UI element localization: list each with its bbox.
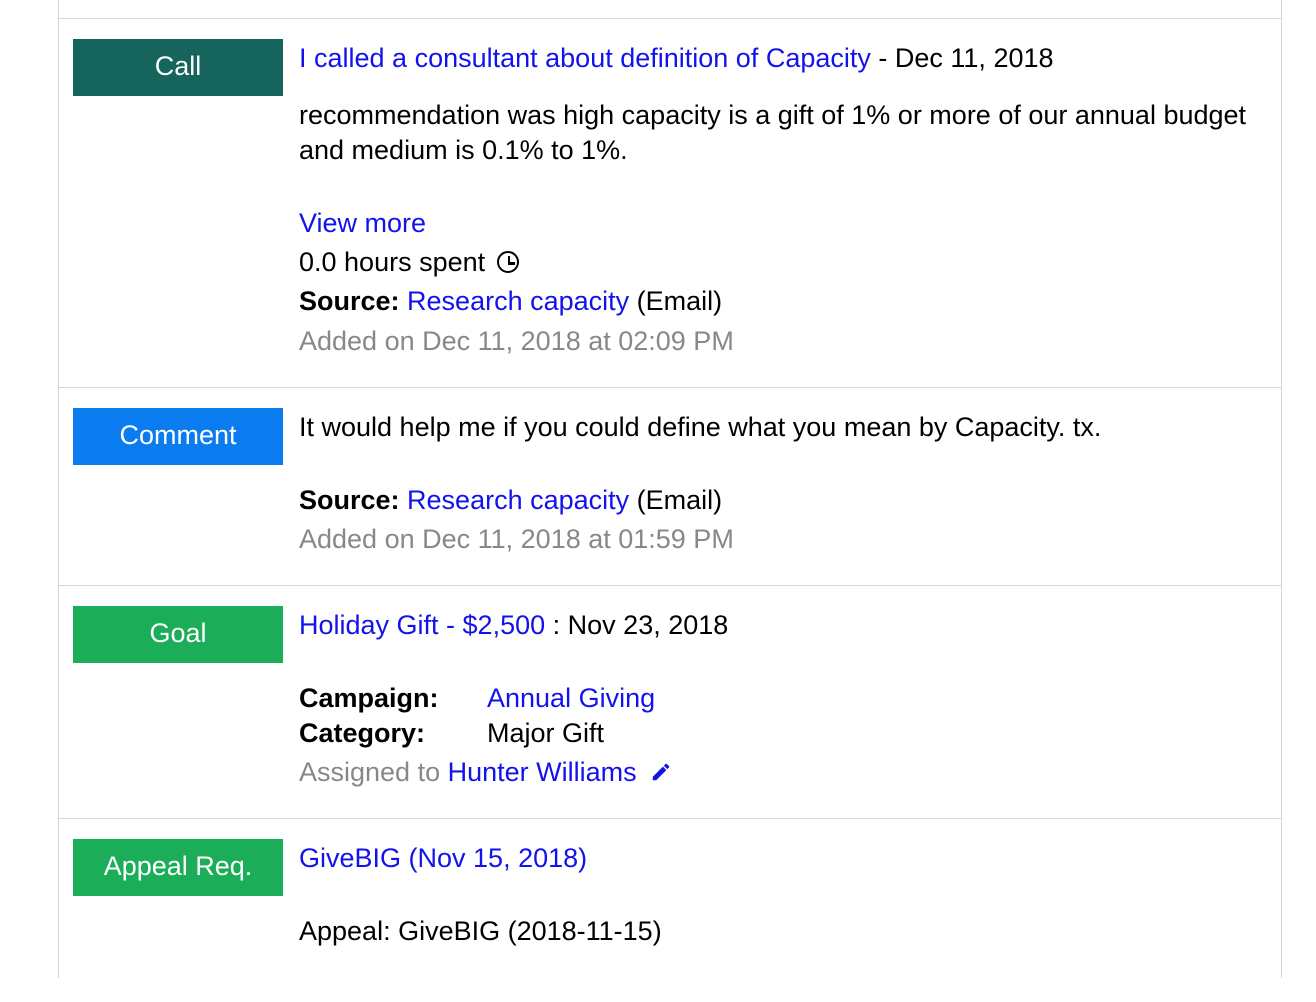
clock-icon <box>497 251 519 273</box>
activity-row-appeal: Appeal Req. GiveBIG (Nov 15, 2018) Appea… <box>59 818 1281 977</box>
view-more-link[interactable]: View more <box>299 208 426 238</box>
goal-date: Nov 23, 2018 <box>568 610 729 640</box>
assigned-link[interactable]: Hunter Williams <box>448 757 637 787</box>
badge-column: Goal <box>59 586 299 818</box>
hours-spent-line: 0.0 hours spent <box>299 245 1261 280</box>
added-timestamp: Added on Dec 11, 2018 at 01:59 PM <box>299 522 1261 557</box>
activity-body: recommendation was high capacity is a gi… <box>299 98 1261 168</box>
badge-comment: Comment <box>73 408 283 465</box>
badge-column: Comment <box>59 388 299 585</box>
badge-appeal-req: Appeal Req. <box>73 839 283 896</box>
activity-row-goal: Goal Holiday Gift - $2,500 : Nov 23, 201… <box>59 585 1281 818</box>
activity-list: Call I called a consultant about definit… <box>58 0 1282 978</box>
badge-column: Call <box>59 19 299 387</box>
category-label: Category: <box>299 716 487 751</box>
view-more-line: View more <box>299 206 1261 241</box>
spacer <box>59 0 1281 18</box>
source-link[interactable]: Research capacity <box>407 485 629 515</box>
activity-content: I called a consultant about definition o… <box>299 19 1281 387</box>
assigned-prefix: Assigned to <box>299 757 440 787</box>
activity-content: GiveBIG (Nov 15, 2018) Appeal: GiveBIG (… <box>299 819 1281 977</box>
pencil-icon[interactable] <box>650 761 672 783</box>
hours-spent-text: 0.0 hours spent <box>299 247 485 277</box>
title-line: Holiday Gift - $2,500 : Nov 23, 2018 <box>299 608 1261 643</box>
activity-content: It would help me if you could define wha… <box>299 388 1281 585</box>
activity-date: Dec 11, 2018 <box>895 43 1054 73</box>
source-line: Source: Research capacity (Email) <box>299 483 1261 518</box>
source-suffix: (Email) <box>637 286 723 316</box>
source-label: Source: <box>299 286 400 316</box>
source-link[interactable]: Research capacity <box>407 286 629 316</box>
added-timestamp: Added on Dec 11, 2018 at 02:09 PM <box>299 324 1261 359</box>
campaign-row: Campaign: Annual Giving <box>299 681 1261 716</box>
title-sep: : <box>553 610 568 640</box>
activity-row-call: Call I called a consultant about definit… <box>59 18 1281 387</box>
activity-title-link[interactable]: I called a consultant about definition o… <box>299 43 871 73</box>
source-line: Source: Research capacity (Email) <box>299 284 1261 319</box>
goal-title-link[interactable]: Holiday Gift - $2,500 <box>299 610 545 640</box>
appeal-title-link[interactable]: GiveBIG (Nov 15, 2018) <box>299 843 587 873</box>
activity-row-comment: Comment It would help me if you could de… <box>59 387 1281 585</box>
source-suffix: (Email) <box>637 485 723 515</box>
title-line: GiveBIG (Nov 15, 2018) <box>299 841 1261 876</box>
title-sep: - <box>878 43 895 73</box>
campaign-link[interactable]: Annual Giving <box>487 683 655 713</box>
source-label: Source: <box>299 485 400 515</box>
activity-body: It would help me if you could define wha… <box>299 410 1261 445</box>
badge-call: Call <box>73 39 283 96</box>
badge-goal: Goal <box>73 606 283 663</box>
category-row: Category: Major Gift <box>299 716 1261 751</box>
title-line: I called a consultant about definition o… <box>299 41 1261 76</box>
activity-content: Holiday Gift - $2,500 : Nov 23, 2018 Cam… <box>299 586 1281 818</box>
assigned-line: Assigned to Hunter Williams <box>299 755 1261 790</box>
category-value: Major Gift <box>487 716 604 751</box>
appeal-line: Appeal: GiveBIG (2018-11-15) <box>299 914 1261 949</box>
campaign-label: Campaign: <box>299 681 487 716</box>
badge-column: Appeal Req. <box>59 819 299 977</box>
